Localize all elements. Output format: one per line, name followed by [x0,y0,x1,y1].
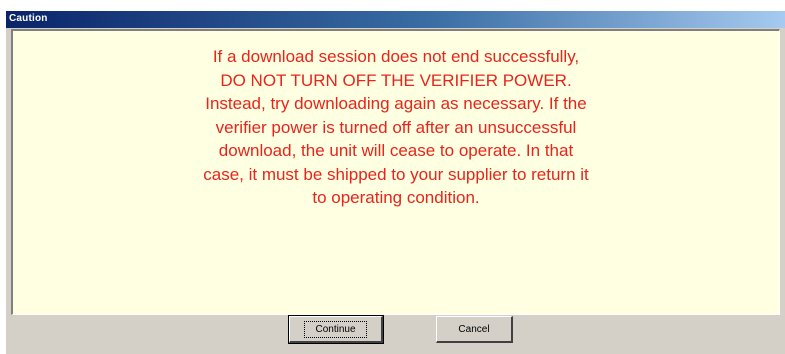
caution-dialog: Caution If a download session does not e… [5,10,785,354]
continue-button-label: Continue [304,320,367,338]
message-panel: If a download session does not end succe… [11,29,780,315]
cancel-button-label: Cancel [458,323,490,335]
continue-button[interactable]: Continue [288,315,384,344]
caution-message: If a download session does not end succe… [203,47,589,207]
window-title: Caution [9,13,48,24]
title-bar[interactable]: Caution [6,11,785,28]
cancel-button[interactable]: Cancel [436,316,513,343]
